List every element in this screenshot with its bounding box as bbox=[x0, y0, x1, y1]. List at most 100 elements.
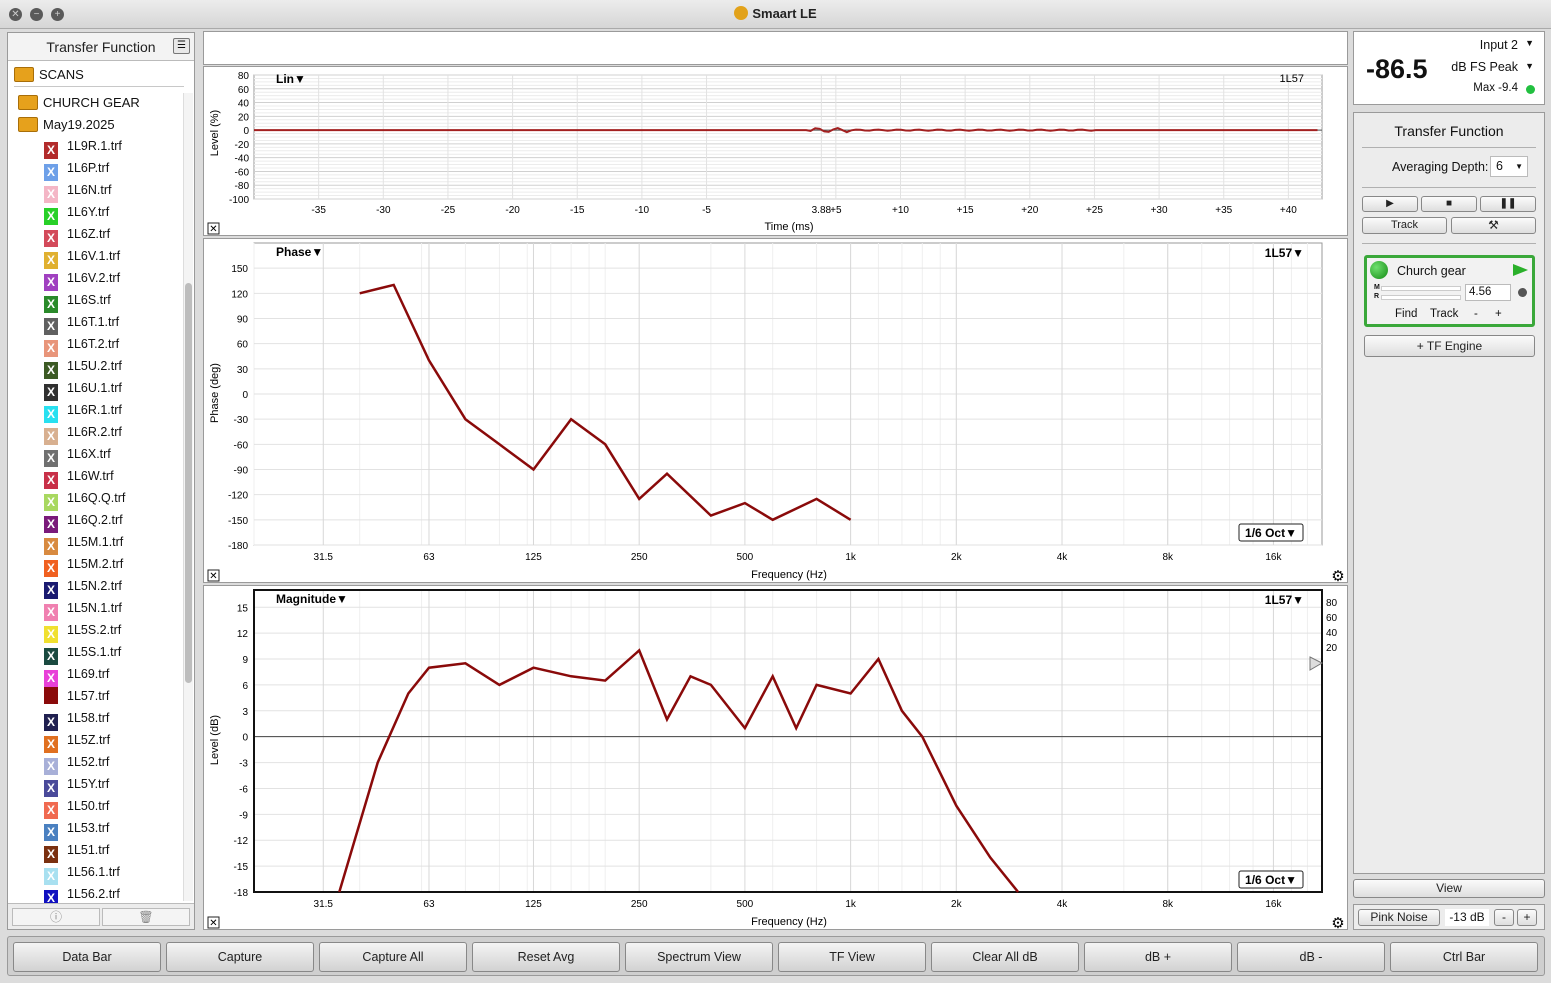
impulse-plot[interactable]: 80 60 40 20 0 -20 -40 -60 -80 -100 -35 -30 -25 -20 -15… bbox=[203, 66, 1348, 236]
file-item[interactable]: X 1L9R.1.trf bbox=[8, 135, 184, 159]
add-tf-engine-button[interactable]: + TF Engine bbox=[1364, 335, 1535, 357]
phase-plot[interactable]: 150 120 90 60 30 0 -30 -60 -90 -120 -150 -180 31.5 63… bbox=[203, 238, 1348, 584]
info-icon[interactable]: ⓘ bbox=[12, 908, 100, 926]
pink-level-plus-button[interactable]: + bbox=[1517, 909, 1537, 926]
unit-select[interactable]: dB FS Peak bbox=[1451, 60, 1518, 74]
db-minus-button[interactable]: dB - bbox=[1237, 942, 1385, 972]
ctrl-bar-button[interactable]: Ctrl Bar bbox=[1390, 942, 1538, 972]
file-item[interactable]: X 1L5Y.trf bbox=[8, 773, 184, 797]
file-item[interactable]: X 1L5U.2.trf bbox=[8, 355, 184, 379]
file-item[interactable]: X 1L6N.trf bbox=[8, 179, 184, 203]
gear-icon[interactable]: ⚙ bbox=[1331, 915, 1344, 931]
file-name: 1L6V.2.trf bbox=[67, 271, 121, 285]
file-item[interactable]: X 1L52.trf bbox=[8, 751, 184, 775]
stop-button[interactable]: ■ bbox=[1421, 196, 1477, 212]
reset-avg-button[interactable]: Reset Avg bbox=[472, 942, 620, 972]
pink-level-minus-button[interactable]: - bbox=[1494, 909, 1514, 926]
file-item[interactable]: 1L57.trf bbox=[8, 685, 184, 707]
file-item[interactable]: X 1L6Q.2.trf bbox=[8, 509, 184, 533]
file-item[interactable]: X 1L6T.2.trf bbox=[8, 333, 184, 357]
file-item[interactable]: X 1L5M.1.trf bbox=[8, 531, 184, 555]
zoom-window-icon[interactable]: + bbox=[51, 8, 64, 21]
folder-church-gear[interactable]: CHURCH GEAR bbox=[18, 95, 140, 111]
phase-trace-label[interactable]: 1L57▼ bbox=[1265, 246, 1304, 260]
magnitude-plot[interactable]: 15 12 9 6 3 0 -3 -6 -9 -12 -15 -18 31.5 63 125 250 500 1k… bbox=[203, 585, 1348, 931]
file-item[interactable]: X 1L6S.trf bbox=[8, 289, 184, 313]
pink-noise-button[interactable]: Pink Noise bbox=[1358, 909, 1440, 926]
y-tick-label: 0 bbox=[243, 126, 249, 137]
file-item[interactable]: X 1L50.trf bbox=[8, 795, 184, 819]
record-dot-icon[interactable] bbox=[1518, 288, 1527, 297]
file-item[interactable]: X 1L6U.1.trf bbox=[8, 377, 184, 401]
trash-icon[interactable]: 🗑 bbox=[102, 908, 190, 926]
track-button[interactable]: Track bbox=[1362, 217, 1447, 234]
gear-icon[interactable]: ⚙ bbox=[1331, 568, 1344, 584]
file-item[interactable]: X 1L56.2.trf bbox=[8, 883, 184, 907]
data-bar-button[interactable]: Data Bar bbox=[13, 942, 161, 972]
file-item[interactable]: X 1L6Q.Q.trf bbox=[8, 487, 184, 511]
file-item[interactable]: X 1L5S.1.trf bbox=[8, 641, 184, 665]
impulse-mode-label[interactable]: Lin▼ bbox=[276, 72, 306, 86]
close-plot-x-glyph: ✕ bbox=[209, 224, 217, 235]
scrollbar-thumb[interactable] bbox=[185, 283, 192, 683]
close-window-icon[interactable]: ✕ bbox=[9, 8, 22, 21]
delay-value[interactable]: 4.56 bbox=[1465, 284, 1511, 301]
file-item[interactable]: X 1L6R.2.trf bbox=[8, 421, 184, 445]
spectrum-view-button[interactable]: Spectrum View bbox=[625, 942, 773, 972]
file-item[interactable]: X 1L6X.trf bbox=[8, 443, 184, 467]
find-button[interactable]: Find bbox=[1395, 308, 1417, 320]
clear-all-db-button[interactable]: Clear All dB bbox=[931, 942, 1079, 972]
file-item[interactable]: X 1L6T.1.trf bbox=[8, 311, 184, 335]
play-button[interactable]: ▶ bbox=[1362, 196, 1418, 212]
file-item[interactable]: X 1L58.trf bbox=[8, 707, 184, 731]
y-tick-label: 30 bbox=[237, 365, 249, 376]
pink-noise-level[interactable]: -13 dB bbox=[1445, 909, 1489, 926]
minimize-window-icon[interactable]: − bbox=[30, 8, 43, 21]
file-item[interactable]: X 1L53.trf bbox=[8, 817, 184, 841]
scans-folder[interactable]: SCANS bbox=[14, 67, 84, 83]
capture-button[interactable]: Capture bbox=[166, 942, 314, 972]
file-item[interactable]: X 1L6V.2.trf bbox=[8, 267, 184, 291]
file-item[interactable]: X 1L6R.1.trf bbox=[8, 399, 184, 423]
sidebar-scrollbar[interactable] bbox=[183, 93, 193, 901]
sidebar-menu-icon[interactable]: ☰ bbox=[173, 38, 190, 54]
pause-button[interactable]: ❚❚ bbox=[1480, 196, 1536, 212]
delay-minus-button[interactable]: - bbox=[1474, 308, 1478, 320]
magnitude-trace-label[interactable]: 1L57▼ bbox=[1265, 593, 1304, 607]
file-item[interactable]: X 1L5S.2.trf bbox=[8, 619, 184, 643]
chevron-down-icon: ▼ bbox=[1515, 162, 1523, 171]
engine-play-icon[interactable] bbox=[1513, 264, 1528, 276]
file-item[interactable]: X 1L5N.1.trf bbox=[8, 597, 184, 621]
file-item[interactable]: X 1L6Z.trf bbox=[8, 223, 184, 247]
file-name: 1L51.trf bbox=[67, 843, 110, 857]
file-item[interactable]: X 1L6Y.trf bbox=[8, 201, 184, 225]
tf-view-button[interactable]: TF View bbox=[778, 942, 926, 972]
file-item[interactable]: X 1L69.trf bbox=[8, 663, 184, 687]
phase-mode-label[interactable]: Phase▼ bbox=[276, 245, 323, 259]
magnitude-smoothing-label[interactable]: 1/6 Oct▼ bbox=[1245, 873, 1297, 887]
y-tick-label: -3 bbox=[239, 759, 248, 770]
chevron-down-icon[interactable]: ▼ bbox=[1525, 38, 1534, 48]
averaging-select[interactable]: 6 ▼ bbox=[1490, 156, 1528, 177]
capture-all-button[interactable]: Capture All bbox=[319, 942, 467, 972]
engine-card[interactable]: Church gear M R 4.56 Find Track - + bbox=[1364, 255, 1535, 327]
tools-icon[interactable]: ⚒ bbox=[1451, 217, 1536, 234]
folder-date[interactable]: May19.2025 bbox=[18, 117, 115, 133]
view-button[interactable]: View bbox=[1353, 879, 1545, 898]
phase-smoothing-label[interactable]: 1/6 Oct▼ bbox=[1245, 526, 1297, 540]
file-item[interactable]: X 1L5M.2.trf bbox=[8, 553, 184, 577]
file-item[interactable]: X 1L5Z.trf bbox=[8, 729, 184, 753]
file-item[interactable]: X 1L5N.2.trf bbox=[8, 575, 184, 599]
db-plus-button[interactable]: dB + bbox=[1084, 942, 1232, 972]
file-item[interactable]: X 1L6W.trf bbox=[8, 465, 184, 489]
file-item[interactable]: X 1L6P.trf bbox=[8, 157, 184, 181]
engine-led-icon[interactable] bbox=[1370, 261, 1388, 279]
file-item[interactable]: X 1L51.trf bbox=[8, 839, 184, 863]
engine-track-button[interactable]: Track bbox=[1430, 308, 1458, 320]
delay-plus-button[interactable]: + bbox=[1495, 308, 1502, 320]
chevron-down-icon[interactable]: ▼ bbox=[1525, 61, 1534, 71]
file-item[interactable]: X 1L6V.1.trf bbox=[8, 245, 184, 269]
file-item[interactable]: X 1L56.1.trf bbox=[8, 861, 184, 885]
magnitude-mode-label[interactable]: Magnitude▼ bbox=[276, 592, 348, 606]
input-select[interactable]: Input 2 bbox=[1480, 38, 1518, 52]
